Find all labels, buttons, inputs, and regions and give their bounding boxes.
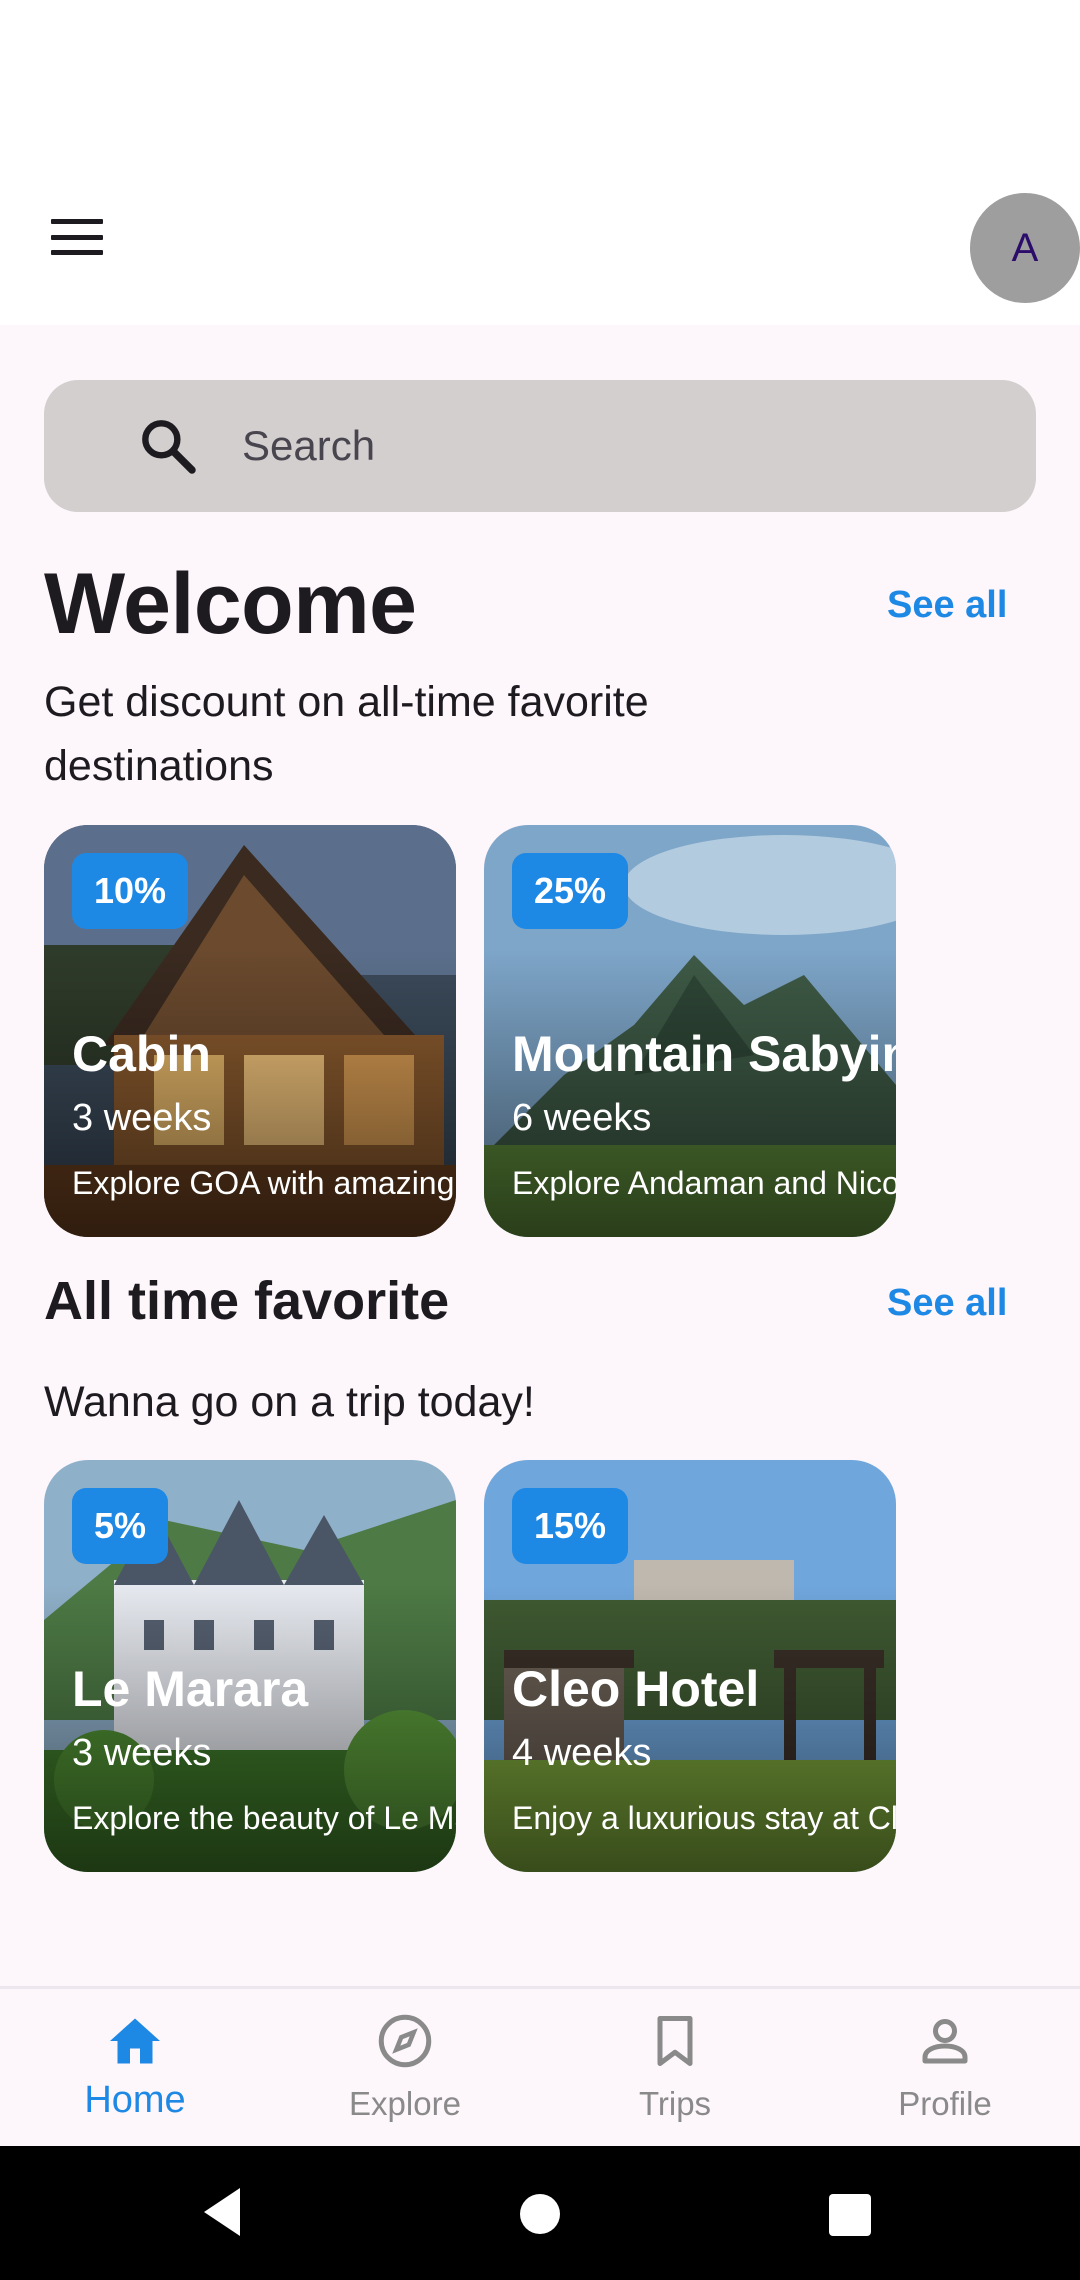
welcome-subtitle-line2: destinations [44,742,274,790]
welcome-see-all-link[interactable]: See all [887,584,1007,627]
favorites-subtitle: Wanna go on a trip today! [44,1378,535,1426]
destination-card-mountain-sabyinyo[interactable]: 25% Mountain Sabyinyo 6 weeks Explore An… [484,825,896,1237]
card-duration: 4 weeks [512,1732,652,1774]
person-icon [922,2018,968,2064]
app-bar [0,150,1080,325]
destination-card-cabin[interactable]: 10% Cabin 3 weeks Explore GOA with amazi… [44,825,456,1237]
recent-apps-icon[interactable] [829,2194,871,2236]
nav-label: Profile [898,2085,992,2122]
nav-item-trips[interactable]: Trips [540,1989,810,2149]
favorites-see-all-link[interactable]: See all [887,1282,1007,1325]
card-duration: 3 weeks [72,1097,212,1139]
compass-icon [378,2014,432,2068]
welcome-title: Welcome [44,556,417,652]
nav-item-profile[interactable]: Profile [810,1989,1080,2149]
search-icon [142,420,196,474]
status-bar [0,0,1080,150]
card-description: Explore GOA with amazing [72,1165,455,1201]
bottom-navigation: Home Explore Trips Profile [0,1986,1080,2146]
card-description: Explore Andaman and Nicobar [512,1165,896,1201]
destination-card-le-marara[interactable]: 5% Le Marara 3 weeks Explore the beauty … [44,1460,456,1872]
card-title: Cleo Hotel [512,1661,760,1717]
card-title: Le Marara [72,1661,309,1717]
nav-item-home[interactable]: Home [0,1989,270,2149]
hamburger-icon [51,219,103,255]
card-description: Enjoy a luxurious stay at Cleo [512,1800,896,1836]
discount-badge: 5% [72,1488,169,1564]
card-description: Explore the beauty of Le Marara [72,1800,456,1836]
nav-label: Explore [349,2085,461,2122]
menu-button[interactable] [30,190,124,284]
back-icon[interactable] [200,2186,244,2238]
discount-badge: 10% [72,853,189,929]
destination-card-cleo-hotel[interactable]: 15% Cleo Hotel 4 weeks Enjoy a luxurious… [484,1460,896,1872]
welcome-subtitle-line1: Get discount on all-time favorite [44,678,649,726]
discount-badge: 15% [512,1488,629,1564]
bookmark-icon [657,2016,693,2066]
card-title: Cabin [72,1026,211,1082]
system-navigation-bar [0,2146,1080,2280]
search-input[interactable] [242,410,1002,482]
home-circle-icon[interactable] [520,2194,560,2234]
home-icon [110,2018,160,2064]
nav-item-explore[interactable]: Explore [270,1989,540,2149]
card-duration: 3 weeks [72,1732,212,1774]
card-title: Mountain Sabyinyo [512,1026,896,1082]
nav-label: Trips [638,2085,712,2122]
card-duration: 6 weeks [512,1097,652,1139]
favorites-title: All time favorite [44,1271,450,1331]
nav-label: Home [84,2079,186,2121]
search-bar[interactable] [44,380,1036,512]
discount-badge: 25% [512,853,629,929]
avatar[interactable]: A [970,193,1080,303]
